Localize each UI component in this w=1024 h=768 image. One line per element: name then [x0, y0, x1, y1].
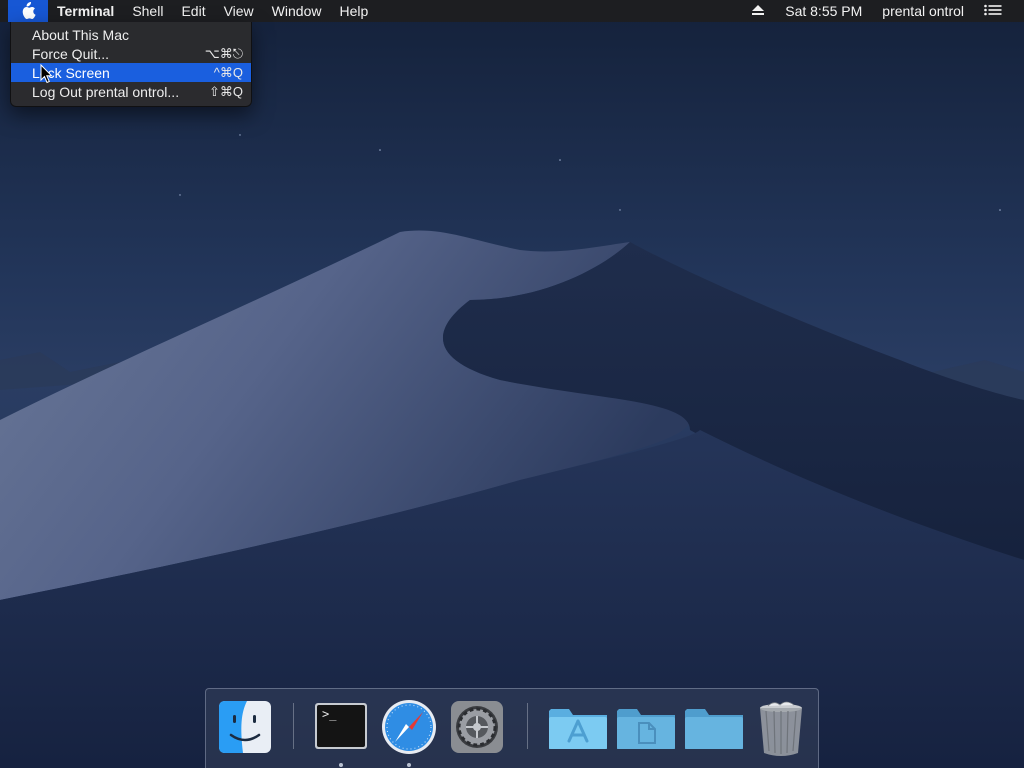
dock-item-trash[interactable]	[754, 699, 810, 756]
menu-item-shortcut: ⌥⌘⎋	[204, 45, 243, 61]
dock-item-finder[interactable]	[217, 699, 273, 755]
desktop: Terminal Shell Edit View Window Help Sat…	[0, 0, 1024, 768]
menu-item-force-quit[interactable]: Force Quit... ⌥⌘⎋	[11, 44, 251, 63]
notification-center-button[interactable]	[974, 0, 1012, 22]
running-indicator	[339, 763, 343, 767]
status-area: Sat 8:55 PM prental ontrol	[741, 0, 1024, 22]
dock-item-applications[interactable]	[547, 699, 607, 755]
eject-menu-button[interactable]	[741, 0, 775, 22]
menu-edit[interactable]: Edit	[172, 0, 214, 22]
dock-item-safari[interactable]	[381, 699, 437, 755]
menu-bar: Terminal Shell Edit View Window Help Sat…	[0, 0, 1024, 22]
dock: >_	[205, 688, 819, 768]
eject-icon	[752, 5, 765, 15]
folder-icon	[685, 709, 743, 749]
menu-item-log-out[interactable]: Log Out prental ontrol... ⇧⌘Q	[11, 82, 251, 101]
menu-view[interactable]: View	[215, 0, 263, 22]
menu-item-shortcut: ^⌘Q	[213, 64, 243, 80]
list-icon	[984, 4, 1002, 16]
system-preferences-icon	[451, 701, 503, 753]
finder-icon	[219, 701, 271, 753]
clock[interactable]: Sat 8:55 PM	[775, 0, 872, 22]
dock-separator	[293, 703, 294, 749]
menu-shell[interactable]: Shell	[123, 0, 172, 22]
user-menu[interactable]: prental ontrol	[872, 0, 974, 22]
apple-logo-icon	[22, 2, 36, 20]
menu-window[interactable]: Window	[263, 0, 331, 22]
dock-item-downloads[interactable]	[683, 699, 743, 755]
apple-menu-button[interactable]	[8, 0, 48, 22]
menu-item-label: About This Mac	[32, 26, 130, 43]
menu-item-label: Log Out prental ontrol...	[32, 83, 180, 100]
mouse-pointer-icon	[40, 64, 53, 84]
menu-item-label: Force Quit...	[32, 45, 110, 62]
menu-help[interactable]: Help	[330, 0, 377, 22]
dock-item-terminal[interactable]: >_	[313, 699, 369, 755]
safari-icon	[382, 700, 436, 754]
applications-folder-icon	[549, 709, 607, 749]
dock-item-system-preferences[interactable]	[449, 699, 505, 755]
menu-item-label: Lock Screen	[32, 64, 110, 81]
documents-folder-icon	[617, 709, 675, 749]
dock-item-documents[interactable]	[615, 699, 675, 755]
running-indicator	[407, 763, 411, 767]
trash-icon	[760, 701, 802, 756]
menu-item-about-this-mac[interactable]: About This Mac	[11, 25, 251, 44]
terminal-prompt-text: >_	[322, 707, 337, 721]
menu-app-terminal[interactable]: Terminal	[48, 0, 123, 22]
wallpaper	[0, 0, 1024, 768]
menu-item-shortcut: ⇧⌘Q	[208, 83, 243, 99]
dock-separator	[527, 703, 528, 749]
